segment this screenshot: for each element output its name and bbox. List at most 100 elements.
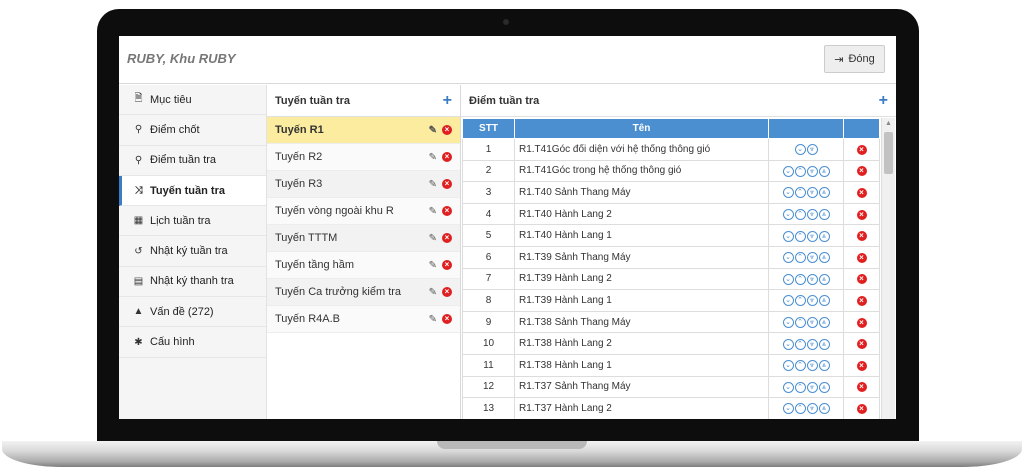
delete-icon[interactable]: × (442, 287, 452, 297)
sidebar-item[interactable]: ↺ Nhật ký tuần tra (119, 236, 266, 267)
route-item[interactable]: Tuyến tầng hầm ✎ × (267, 252, 460, 279)
move-up-icon[interactable]: ⌃ (794, 273, 806, 285)
move-down-icon[interactable]: ⌄ (782, 381, 794, 393)
move-double-down-icon[interactable]: ⩔ (806, 273, 818, 285)
sidebar-item[interactable]: 🗎 Mục tiêu (119, 85, 266, 116)
delete-icon[interactable]: × (856, 231, 867, 242)
delete-icon[interactable]: × (442, 152, 452, 162)
table-row[interactable]: 12 R1.T37 Sảnh Thang Máy ⌄ ⌃ ⩔ ⩓ × (462, 375, 880, 399)
move-double-down-icon[interactable]: ⩔ (806, 144, 818, 156)
table-row[interactable]: 10 R1.T38 Hành Lang 2 ⌄ ⌃ ⩔ ⩓ × (462, 332, 880, 355)
delete-icon[interactable]: × (856, 144, 867, 155)
move-down-icon[interactable]: ⌄ (782, 317, 794, 329)
route-item[interactable]: Tuyến R1 ✎ × (267, 117, 460, 144)
delete-icon[interactable]: × (856, 403, 867, 414)
sidebar-item[interactable]: ⚲ Điểm tuần tra (119, 146, 266, 176)
move-double-up-icon[interactable]: ⩓ (818, 360, 830, 372)
table-row[interactable]: 2 R1.T41Góc trong hệ thống thông gió ⌄ ⌃ ⩔ ⩓ × (462, 159, 880, 183)
move-double-up-icon[interactable]: ⩓ (818, 381, 830, 393)
sidebar-item[interactable]: ⤨ Tuyến tuần tra (119, 175, 266, 207)
delete-icon[interactable]: × (856, 252, 867, 263)
edit-icon[interactable]: ✎ (429, 152, 437, 163)
move-double-down-icon[interactable]: ⩔ (806, 360, 818, 372)
route-item[interactable]: Tuyến R4A.B ✎ × (267, 306, 460, 333)
move-double-down-icon[interactable]: ⩔ (806, 295, 818, 307)
move-up-icon[interactable]: ⌃ (794, 360, 806, 372)
move-up-icon[interactable]: ⌃ (794, 295, 806, 307)
delete-icon[interactable]: × (856, 274, 867, 285)
close-button[interactable]: ⇥ Đóng (824, 45, 885, 73)
move-up-icon[interactable]: ⌃ (794, 187, 806, 199)
scroll-up-arrow-icon[interactable]: ▲ (882, 118, 895, 130)
move-double-down-icon[interactable]: ⩔ (806, 252, 818, 264)
add-route-plus-icon[interactable]: + (443, 92, 452, 109)
move-up-icon[interactable]: ⌃ (794, 165, 806, 177)
edit-icon[interactable]: ✎ (429, 287, 437, 298)
sidebar-item[interactable]: ⚲ Điểm chốt (119, 115, 266, 146)
move-down-icon[interactable]: ⌄ (782, 209, 794, 221)
move-down-icon[interactable]: ⌄ (782, 295, 794, 307)
table-row[interactable]: 5 R1.T40 Hành Lang 1 ⌄ ⌃ ⩔ ⩓ × (462, 224, 880, 247)
move-double-up-icon[interactable]: ⩓ (818, 230, 830, 242)
move-double-down-icon[interactable]: ⩔ (806, 317, 818, 329)
table-row[interactable]: 7 R1.T39 Hành Lang 2 ⌄ ⌃ ⩔ ⩓ × (462, 267, 880, 291)
move-double-up-icon[interactable]: ⩓ (818, 403, 830, 415)
delete-icon[interactable]: × (442, 206, 452, 216)
move-double-down-icon[interactable]: ⩔ (806, 187, 818, 199)
delete-icon[interactable]: × (442, 260, 452, 270)
delete-icon[interactable]: × (442, 233, 452, 243)
table-row[interactable]: 9 R1.T38 Sảnh Thang Máy ⌄ ⌃ ⩔ ⩓ × (462, 310, 880, 334)
delete-icon[interactable]: × (856, 339, 867, 350)
sidebar-item[interactable]: ✱ Cấu hình (119, 327, 266, 358)
move-double-up-icon[interactable]: ⩓ (818, 317, 830, 329)
delete-icon[interactable]: × (442, 125, 452, 135)
delete-icon[interactable]: × (856, 295, 867, 306)
route-item[interactable]: Tuyến R3 ✎ × (267, 171, 460, 198)
add-point-plus-icon[interactable]: + (879, 92, 888, 109)
delete-icon[interactable]: × (856, 166, 867, 177)
delete-icon[interactable]: × (856, 317, 867, 328)
move-down-icon[interactable]: ⌄ (782, 230, 794, 242)
table-row[interactable]: 11 R1.T38 Hành Lang 1 ⌄ ⌃ ⩔ ⩓ × (462, 353, 880, 377)
edit-icon[interactable]: ✎ (429, 260, 437, 271)
move-double-up-icon[interactable]: ⩓ (818, 252, 830, 264)
move-double-up-icon[interactable]: ⩓ (818, 295, 830, 307)
move-double-down-icon[interactable]: ⩔ (806, 338, 818, 350)
table-row[interactable]: 13 R1.T37 Hành Lang 2 ⌄ ⌃ ⩔ ⩓ × (462, 397, 880, 419)
delete-icon[interactable]: × (856, 382, 867, 393)
move-down-icon[interactable]: ⌄ (782, 360, 794, 372)
table-scrollbar[interactable]: ▲ (881, 118, 895, 419)
sidebar-item[interactable]: ▤ Nhật ký thanh tra (119, 267, 266, 298)
edit-icon[interactable]: ✎ (429, 233, 437, 244)
table-row[interactable]: 8 R1.T39 Hành Lang 1 ⌄ ⌃ ⩔ ⩓ × (462, 289, 880, 312)
route-item[interactable]: Tuyến TTTM ✎ × (267, 225, 460, 252)
edit-icon[interactable]: ✎ (429, 314, 437, 325)
move-down-icon[interactable]: ⌄ (782, 165, 794, 177)
move-double-up-icon[interactable]: ⩓ (818, 187, 830, 199)
sidebar-item[interactable]: ▲ Vấn đề (272) (119, 297, 266, 328)
move-up-icon[interactable]: ⌃ (794, 338, 806, 350)
move-down-icon[interactable]: ⌄ (782, 252, 794, 264)
move-up-icon[interactable]: ⌃ (794, 317, 806, 329)
move-up-icon[interactable]: ⌃ (794, 209, 806, 221)
edit-icon[interactable]: ✎ (429, 125, 437, 136)
edit-icon[interactable]: ✎ (429, 206, 437, 217)
move-double-down-icon[interactable]: ⩔ (806, 165, 818, 177)
move-double-down-icon[interactable]: ⩔ (806, 403, 818, 415)
delete-icon[interactable]: × (442, 314, 452, 324)
move-double-up-icon[interactable]: ⩓ (818, 338, 830, 350)
table-row[interactable]: 6 R1.T39 Sảnh Thang Máy ⌄ ⌃ ⩔ ⩓ × (462, 245, 880, 269)
scroll-thumb[interactable] (884, 132, 893, 174)
move-down-icon[interactable]: ⌄ (782, 273, 794, 285)
route-item[interactable]: Tuyến R2 ✎ × (267, 144, 460, 171)
route-item[interactable]: Tuyến Ca trưởng kiểm tra ✎ × (267, 279, 460, 306)
table-row[interactable]: 3 R1.T40 Sảnh Thang Máy ⌄ ⌃ ⩔ ⩓ × (462, 181, 880, 204)
move-double-down-icon[interactable]: ⩔ (806, 381, 818, 393)
delete-icon[interactable]: × (442, 179, 452, 189)
edit-icon[interactable]: ✎ (429, 179, 437, 190)
move-down-icon[interactable]: ⌄ (782, 403, 794, 415)
move-double-up-icon[interactable]: ⩓ (818, 209, 830, 221)
move-up-icon[interactable]: ⌃ (794, 230, 806, 242)
move-double-down-icon[interactable]: ⩔ (806, 209, 818, 221)
move-double-up-icon[interactable]: ⩓ (818, 273, 830, 285)
